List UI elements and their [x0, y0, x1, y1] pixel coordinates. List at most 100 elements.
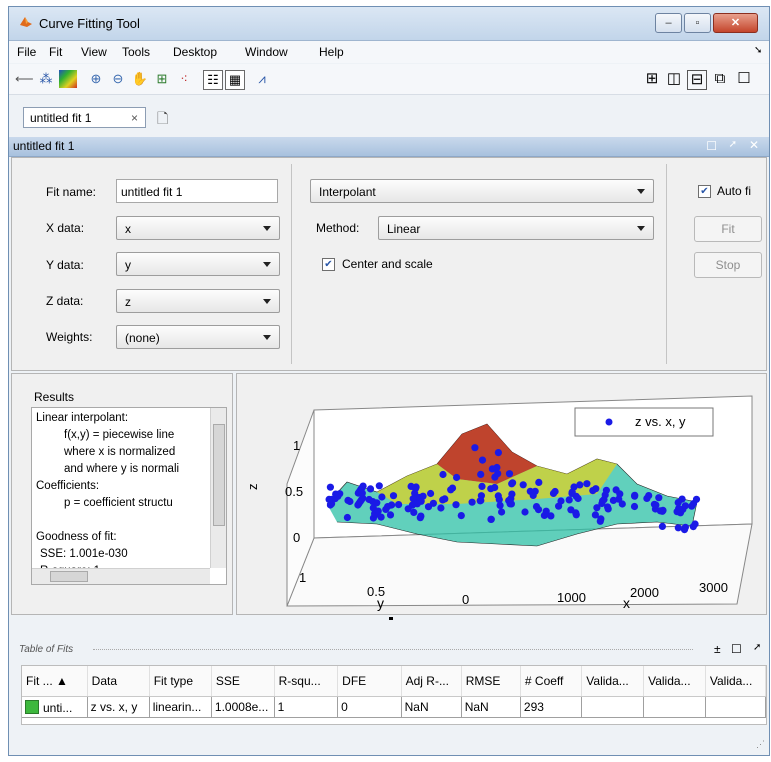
cell-fit-name[interactable]: unti... [22, 696, 88, 718]
back-arrow-icon[interactable]: ⟵ [15, 70, 34, 88]
data-cursor-icon[interactable]: ⊞ [153, 70, 171, 88]
splitter[interactable] [11, 615, 767, 623]
results-line: SSE: 1.001e-030 [40, 548, 128, 560]
menu-dock-arrow-icon[interactable]: ➘ [754, 45, 762, 56]
cell-validation-3[interactable] [705, 696, 767, 718]
weights-select[interactable]: (none) [116, 325, 280, 349]
y-data-select[interactable]: y [116, 252, 280, 276]
col-num-coeff[interactable]: # Coeff [520, 666, 583, 697]
cell-sse[interactable]: 1.0008e... [211, 696, 275, 718]
zoom-out-icon[interactable]: ⊖ [109, 70, 127, 88]
menu-fit[interactable]: Fit [49, 45, 62, 59]
scrollbar-thumb[interactable] [213, 424, 225, 526]
panel-undock-icon[interactable]: ➚ [729, 139, 737, 150]
splitter-grip[interactable] [389, 617, 393, 620]
exclude-icon[interactable]: ⁖ [175, 70, 193, 88]
grid-icon[interactable]: ▦ [225, 70, 245, 90]
col-validation-3[interactable]: Valida... [705, 666, 767, 697]
fit-button[interactable]: Fit [694, 216, 762, 242]
zoom-in-icon[interactable]: ⊕ [87, 70, 105, 88]
colormap-icon[interactable] [59, 70, 77, 88]
data-icon[interactable]: ⁂ [37, 70, 55, 88]
x-data-select[interactable]: x [116, 216, 280, 240]
scrollbar-thumb[interactable] [50, 571, 88, 582]
table-row[interactable]: unti... z vs. x, y linearin... 1.0008e..… [22, 696, 767, 718]
col-data[interactable]: Data [87, 666, 150, 697]
col-rmse[interactable]: RMSE [461, 666, 521, 697]
data-point [487, 515, 495, 523]
data-point [565, 496, 573, 504]
panel-close-icon[interactable]: ✕ [749, 138, 759, 152]
title-bar: Curve Fitting Tool – ▫ ✕ [9, 7, 769, 41]
pan-icon[interactable]: ✋ [131, 70, 149, 88]
maximize-icon[interactable]: ☐ [731, 642, 742, 656]
undock-icon[interactable]: ⧉ [711, 70, 729, 88]
col-fit-type[interactable]: Fit type [149, 666, 212, 697]
new-fit-icon[interactable]: 🗋 [157, 108, 168, 132]
panel-maximize-icon[interactable]: ☐ [706, 139, 717, 153]
menu-tools[interactable]: Tools [122, 45, 150, 59]
residuals-icon[interactable]: ⩘ [253, 70, 271, 88]
cell-data[interactable]: z vs. x, y [87, 696, 150, 718]
col-validation-1[interactable]: Valida... [581, 666, 645, 697]
col-fit-name[interactable]: Fit ... ▲ [22, 666, 88, 697]
minimize-icon[interactable]: ± [714, 642, 721, 656]
cell-dfe[interactable]: 0 [337, 696, 402, 718]
method-value: Linear [387, 222, 421, 236]
menu-desktop[interactable]: Desktop [173, 45, 217, 59]
tab-label: untitled fit 1 [30, 111, 92, 125]
close-button[interactable]: ✕ [713, 13, 758, 33]
fit-name-input[interactable]: untitled fit 1 [116, 179, 278, 203]
method-select[interactable]: Linear [378, 216, 654, 240]
split-horizontal-icon[interactable]: ⊟ [687, 70, 707, 90]
col-validation-2[interactable]: Valida... [643, 666, 706, 697]
cell-rmse[interactable]: NaN [461, 696, 521, 718]
cell-num-coeff[interactable]: 293 [520, 696, 583, 718]
auto-fit-checkbox[interactable]: ✔ [698, 185, 711, 198]
col-sse[interactable]: SSE [211, 666, 275, 697]
center-scale-checkbox[interactable]: ✔ [322, 258, 335, 271]
data-point [441, 495, 449, 503]
divider [291, 164, 292, 364]
data-point [429, 499, 437, 507]
maximize-icon[interactable]: ☐ [735, 70, 753, 88]
cell-r-square[interactable]: 1 [274, 696, 339, 718]
cell-adj-r-square[interactable]: NaN [401, 696, 462, 718]
menu-view[interactable]: View [81, 45, 107, 59]
col-adj-r-square[interactable]: Adj R-... [401, 666, 462, 697]
cell-validation-1[interactable] [581, 696, 645, 718]
resize-grip-icon[interactable]: ⋰ [756, 739, 765, 750]
tile-icon[interactable]: ⊞ [643, 70, 661, 88]
split-vertical-icon[interactable]: ◫ [665, 70, 683, 88]
data-point [519, 481, 527, 489]
fit-name-label: Fit name: [46, 185, 97, 199]
menu-window[interactable]: Window [245, 45, 288, 59]
data-point [410, 508, 418, 516]
data-point [471, 444, 479, 452]
z-data-select[interactable]: z [116, 289, 280, 313]
data-point [658, 522, 666, 530]
x-tick: 3000 [699, 580, 728, 595]
col-dfe[interactable]: DFE [337, 666, 402, 697]
data-point [655, 494, 663, 502]
stop-button[interactable]: Stop [694, 252, 762, 278]
menu-help[interactable]: Help [319, 45, 344, 59]
undock-icon[interactable]: ➚ [753, 642, 761, 653]
minimize-button[interactable]: – [655, 13, 682, 33]
data-point [477, 492, 485, 500]
results-title: Results [34, 390, 75, 404]
restore-button[interactable]: ▫ [684, 13, 711, 33]
tab-close-icon[interactable]: × [131, 111, 138, 125]
menu-file[interactable]: File [17, 45, 36, 59]
legend-icon[interactable]: ☷ [203, 70, 223, 90]
data-point [417, 512, 425, 520]
chevron-down-icon [263, 335, 271, 340]
tab-untitled-fit-1[interactable]: untitled fit 1 × [23, 107, 146, 128]
col-r-square[interactable]: R-squ... [274, 666, 339, 697]
cell-fit-type[interactable]: linearin... [149, 696, 212, 718]
fit-type-select[interactable]: Interpolant [310, 179, 654, 203]
y-axis-label: y [377, 595, 384, 611]
panel-title: untitled fit 1 [13, 139, 75, 153]
data-point [691, 520, 699, 528]
cell-validation-2[interactable] [643, 696, 706, 718]
